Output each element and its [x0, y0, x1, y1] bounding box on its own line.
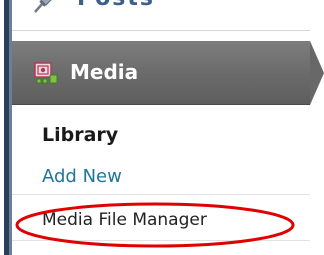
pushpin-icon	[32, 0, 56, 14]
sidebar-item-media[interactable]: Media	[12, 41, 310, 105]
submenu-item-library[interactable]: Library	[42, 124, 118, 146]
sidebar-item-media-label: Media	[70, 60, 139, 84]
media-submenu: Library Add New Media File Manager	[12, 105, 310, 255]
submenu-item-add-new[interactable]: Add New	[42, 166, 122, 187]
sidebar-item-posts[interactable]: Posts	[12, 0, 312, 30]
divider	[12, 240, 310, 241]
divider	[12, 194, 310, 195]
active-menu-arrow	[310, 41, 324, 105]
media-gallery-icon	[34, 61, 58, 85]
submenu-item-media-file-manager[interactable]: Media File Manager	[42, 210, 207, 230]
sidebar-item-posts-label: Posts	[77, 0, 155, 11]
divider	[12, 30, 310, 31]
